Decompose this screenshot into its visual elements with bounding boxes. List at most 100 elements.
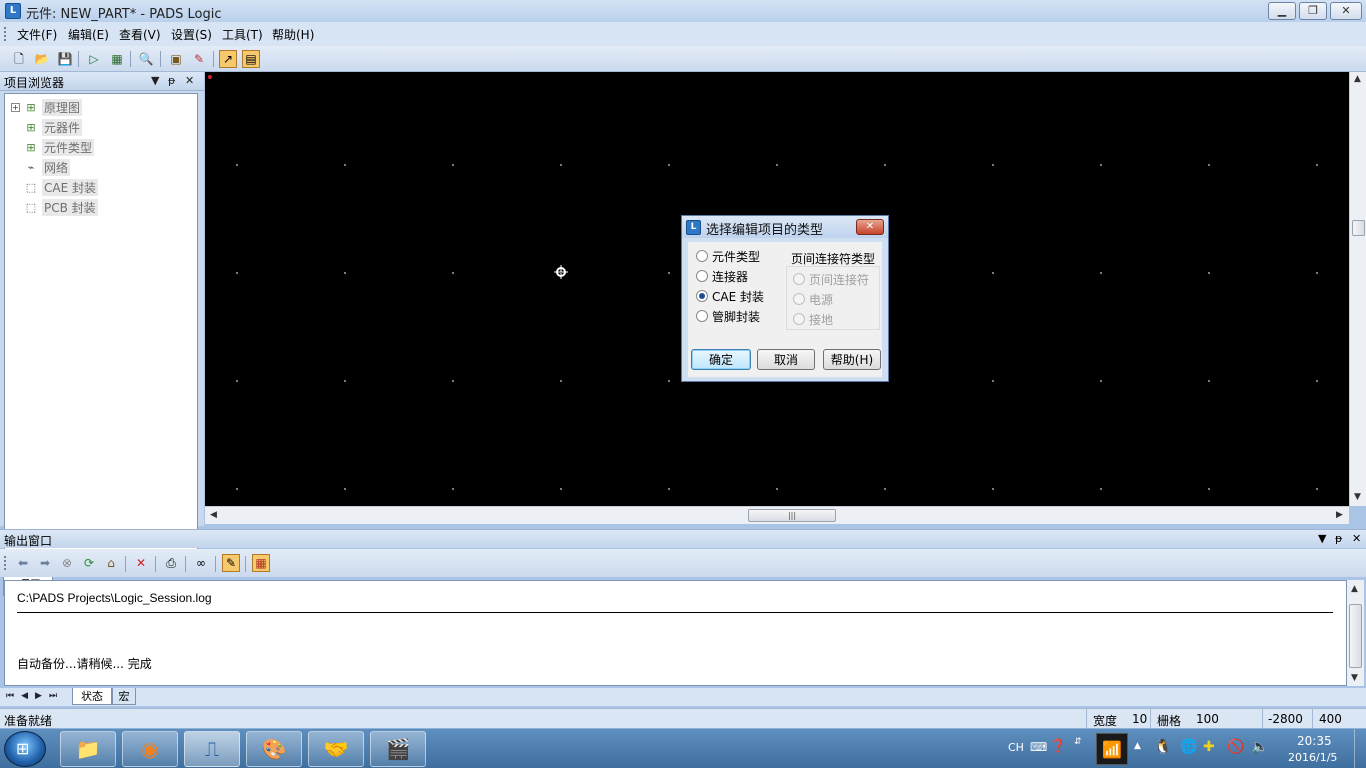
gate-icon[interactable]: ▷	[85, 50, 103, 68]
radio-power[interactable]: 电源	[793, 290, 869, 308]
radio-button[interactable]	[696, 310, 708, 322]
pads-logic-icon[interactable]: L	[5, 3, 21, 19]
radio-button[interactable]	[696, 250, 708, 262]
home-icon[interactable]: ⌂	[102, 554, 120, 572]
tray-expand-icon[interactable]: ▲	[1134, 741, 1141, 751]
tab-status[interactable]: 状态	[72, 688, 112, 705]
property-icon[interactable]: ▤	[242, 50, 260, 68]
scroll-up-icon[interactable]: ▲	[1351, 584, 1358, 594]
ime-arrows-icon[interactable]: ⇵	[1074, 737, 1082, 747]
panel-close-icon[interactable]: ✕	[185, 74, 194, 87]
stop-icon[interactable]: ⊗	[58, 554, 76, 572]
taskbar-pads-logic[interactable]: ⎍	[184, 731, 240, 767]
vertical-scroll-thumb[interactable]	[1352, 220, 1365, 236]
menu-tools[interactable]: 工具(T)	[220, 26, 265, 43]
keyboard-icon[interactable]: ⌨	[1030, 740, 1047, 754]
select-icon[interactable]: ↗	[219, 50, 237, 68]
taskbar-explorer[interactable]: 📁	[60, 731, 116, 767]
new-file-icon[interactable]: 🗋	[10, 50, 28, 68]
expand-icon[interactable]: +	[11, 102, 20, 112]
library-icon[interactable]: ▣	[167, 50, 185, 68]
tab-macro[interactable]: 宏	[112, 688, 136, 705]
pin-icon[interactable]: ᵽ	[168, 74, 175, 87]
scroll-down-icon[interactable]: ▼	[1354, 492, 1361, 502]
cancel-button[interactable]: 取消	[757, 349, 815, 370]
taskbar-video[interactable]: 🎬	[370, 731, 426, 767]
help-circle-icon[interactable]: ❓	[1050, 739, 1066, 754]
edit-pen-icon[interactable]: ✎	[222, 554, 240, 572]
radio-pin-decal[interactable]: 管脚封装	[696, 307, 764, 325]
tree-item-pcb-decals[interactable]: ⬚ PCB 封装	[11, 197, 98, 217]
tree-item-part-types[interactable]: ⊞ 元件类型	[11, 137, 95, 157]
start-button[interactable]: ⊞	[4, 731, 46, 767]
tab-nav-arrows-icon[interactable]: ⏮◀▶⏭	[6, 691, 64, 701]
output-scroll-thumb[interactable]	[1349, 604, 1362, 668]
close-button[interactable]: ✕	[1330, 2, 1362, 20]
scroll-left-icon[interactable]: ◀	[210, 510, 217, 520]
scroll-right-icon[interactable]: ▶	[1336, 510, 1343, 520]
canvas-vertical-scrollbar[interactable]: ▲ ▼	[1349, 72, 1366, 506]
refresh-icon[interactable]: ⟳	[80, 554, 98, 572]
menu-setup[interactable]: 设置(S)	[169, 26, 214, 43]
output-vertical-scrollbar[interactable]: ▲ ▼	[1347, 580, 1364, 686]
wifi-icon[interactable]: 📶	[1096, 733, 1128, 765]
security-plus-icon[interactable]: ✚	[1203, 739, 1215, 755]
dialog-close-button[interactable]: ✕	[856, 219, 884, 235]
back-arrow-icon[interactable]: ⬅	[14, 554, 32, 572]
radio-cae-decal[interactable]: CAE 封装	[696, 287, 764, 305]
menu-view[interactable]: 查看(V)	[117, 26, 163, 43]
ok-button[interactable]: 确定	[691, 349, 751, 370]
radio-offpage[interactable]: 页间连接符	[793, 270, 869, 288]
radio-button-checked[interactable]	[696, 290, 708, 302]
find-binoculars-icon[interactable]: ∞	[192, 554, 210, 572]
tray-language[interactable]: CH	[1008, 741, 1024, 754]
grid-view-icon[interactable]: ▦	[252, 554, 270, 572]
chip-icon[interactable]: ▦	[108, 50, 126, 68]
pin-icon[interactable]: ᵽ	[1335, 532, 1342, 545]
scroll-up-icon[interactable]: ▲	[1354, 74, 1361, 84]
menu-help[interactable]: 帮助(H)	[270, 26, 316, 43]
radio-button[interactable]	[793, 313, 805, 325]
network-globe-icon[interactable]: 🌐	[1180, 739, 1197, 755]
qq-icon[interactable]: 🐧	[1154, 739, 1171, 755]
panel-close-icon[interactable]: ✕	[1352, 532, 1361, 545]
radio-button[interactable]	[793, 273, 805, 285]
restore-button[interactable]: ❐	[1299, 2, 1327, 20]
dropdown-arrow-icon[interactable]: ▼	[151, 74, 159, 87]
minimize-button[interactable]: ▁	[1268, 2, 1296, 20]
print-icon[interactable]: ⎙	[162, 554, 180, 572]
tree-item-cae-decals[interactable]: ⬚ CAE 封装	[11, 177, 98, 197]
scroll-down-icon[interactable]: ▼	[1351, 673, 1358, 683]
tree-item-nets[interactable]: ⌁ 网络	[11, 157, 71, 177]
tray-time[interactable]: 20:35	[1297, 734, 1332, 748]
save-icon[interactable]: 💾	[56, 50, 74, 68]
forward-arrow-icon[interactable]: ➡	[36, 554, 54, 572]
output-log-area[interactable]: C:\PADS Projects\Logic_Session.log 自动备份.…	[4, 580, 1347, 686]
eraser-icon[interactable]: ✎	[190, 50, 208, 68]
open-folder-icon[interactable]: 📂	[33, 50, 51, 68]
clear-icon[interactable]: ✕	[132, 554, 150, 572]
radio-ground[interactable]: 接地	[793, 310, 869, 328]
volume-icon[interactable]: 🔈	[1251, 739, 1268, 755]
tray-date[interactable]: 2016/1/5	[1288, 751, 1337, 764]
taskbar-uc-browser[interactable]: ◉	[122, 731, 178, 767]
dropdown-arrow-icon[interactable]: ▼	[1318, 532, 1326, 545]
taskbar-paint[interactable]: 🎨	[246, 731, 302, 767]
menu-file[interactable]: 文件(F)	[15, 26, 59, 43]
tree-item-parts[interactable]: ⊞ 元器件	[11, 117, 83, 137]
radio-button[interactable]	[696, 270, 708, 282]
radio-connector[interactable]: 连接器	[696, 267, 764, 285]
network-disconnected-icon[interactable]: 🚫	[1227, 739, 1244, 755]
help-button[interactable]: 帮助(H)	[823, 349, 881, 370]
menu-grip[interactable]	[4, 27, 6, 41]
radio-button[interactable]	[793, 293, 805, 305]
canvas-horizontal-scrollbar[interactable]: ◀ ||| ▶	[205, 506, 1349, 524]
radio-part-type[interactable]: 元件类型	[696, 247, 764, 265]
zoom-icon[interactable]: 🔍	[137, 50, 155, 68]
tree-item-schematic[interactable]: + ⊞ 原理图	[11, 97, 83, 117]
toolbar-grip[interactable]	[4, 556, 6, 570]
show-desktop-button[interactable]	[1354, 729, 1366, 768]
menu-edit[interactable]: 编辑(E)	[66, 26, 111, 43]
taskbar-meeting[interactable]: 🤝	[308, 731, 364, 767]
horizontal-scroll-thumb[interactable]: |||	[748, 509, 836, 522]
